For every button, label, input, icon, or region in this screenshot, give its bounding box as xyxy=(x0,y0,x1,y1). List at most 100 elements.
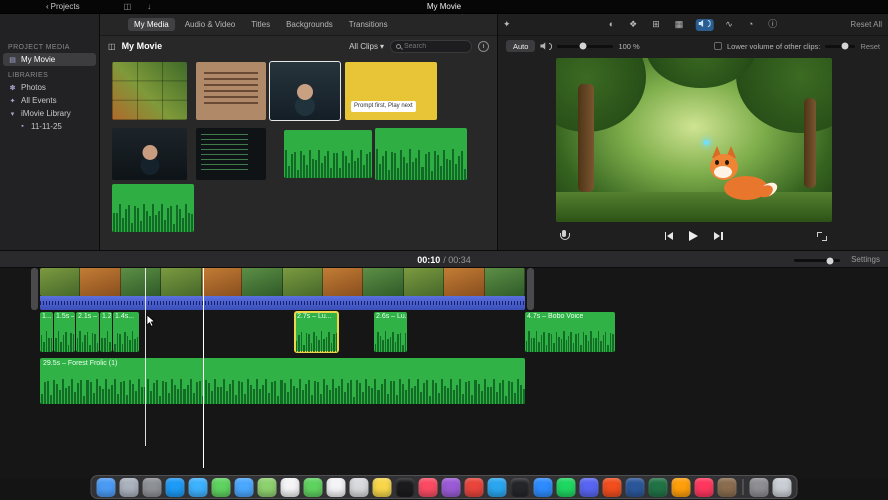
speed-icon[interactable]: ◔ xyxy=(745,19,756,30)
dock-app[interactable] xyxy=(96,477,116,497)
filmstrip-frame[interactable] xyxy=(322,268,364,296)
volume-slider[interactable] xyxy=(557,42,614,50)
dock-app[interactable] xyxy=(602,477,622,497)
dock-app[interactable] xyxy=(257,477,277,497)
dock-app[interactable] xyxy=(510,477,530,497)
dock-app[interactable] xyxy=(487,477,507,497)
info-icon[interactable]: ⓘ xyxy=(765,19,780,30)
window-layout-icon[interactable]: ◫ xyxy=(124,2,132,11)
dock-app[interactable] xyxy=(349,477,369,497)
clip-presenter-2[interactable] xyxy=(112,128,187,180)
video-clip-filmstrip[interactable] xyxy=(40,268,525,296)
dock-app[interactable] xyxy=(372,477,392,497)
audio-clip[interactable]: 1... xyxy=(40,312,53,352)
search-field[interactable] xyxy=(390,39,472,53)
audio-clip[interactable]: 2.7s – Lu... xyxy=(294,311,339,353)
dock-app[interactable] xyxy=(234,477,254,497)
timeline-zoom-slider[interactable] xyxy=(794,257,840,264)
microphone-icon[interactable] xyxy=(560,230,570,242)
clip-audio-2[interactable] xyxy=(375,128,467,180)
enhance-icon[interactable]: ✦ xyxy=(503,19,511,30)
dock-app[interactable] xyxy=(326,477,346,497)
filmstrip-frame[interactable] xyxy=(363,268,404,296)
auto-volume-button[interactable]: Auto xyxy=(506,40,536,52)
dock-app[interactable] xyxy=(694,477,714,497)
sidebar-item-11-11-25[interactable]: ▪ 11-11-25 xyxy=(0,120,99,133)
clip-duration-icon[interactable] xyxy=(478,40,489,52)
dock-app[interactable] xyxy=(749,477,769,497)
filmstrip-frame[interactable] xyxy=(282,268,323,296)
tab-backgrounds[interactable]: Backgrounds xyxy=(280,18,339,31)
tab-audio-video[interactable]: Audio & Video xyxy=(179,18,242,31)
filmstrip-frame[interactable] xyxy=(403,268,445,296)
tab-my-media[interactable]: My Media xyxy=(128,18,175,31)
dock-app[interactable] xyxy=(165,477,185,497)
dock-app[interactable] xyxy=(717,477,737,497)
dock-app[interactable] xyxy=(464,477,484,497)
back-to-projects-button[interactable]: ‹ Projects xyxy=(46,2,80,11)
dock-app[interactable] xyxy=(303,477,323,497)
audio-clip[interactable]: 2.6s – Lu... xyxy=(374,312,407,352)
previous-button[interactable] xyxy=(664,232,673,240)
audio-clip[interactable]: 1.2... xyxy=(100,312,112,352)
dock-app[interactable] xyxy=(671,477,691,497)
dock-app[interactable] xyxy=(441,477,461,497)
tab-transitions[interactable]: Transitions xyxy=(343,18,394,31)
clip-prompt-card[interactable]: Prompt first, Play next xyxy=(345,62,437,120)
dock-app[interactable] xyxy=(188,477,208,497)
filmstrip-frame[interactable] xyxy=(40,268,81,296)
audio-clip[interactable]: 1.5s –... xyxy=(54,312,75,352)
lower-volume-checkbox[interactable] xyxy=(714,42,723,50)
reset-button[interactable]: Reset xyxy=(860,42,880,51)
sidebar-item-imovie-library[interactable]: ▾ iMovie Library xyxy=(0,107,99,120)
import-media-icon[interactable]: ↓ xyxy=(147,2,151,11)
filmstrip-frame[interactable] xyxy=(242,268,283,296)
timeline-settings-button[interactable]: Settings xyxy=(851,255,880,264)
dock-app[interactable] xyxy=(418,477,438,497)
dock-app[interactable] xyxy=(142,477,162,497)
dock-app[interactable] xyxy=(772,477,792,497)
dock-app[interactable] xyxy=(556,477,576,497)
dock-app[interactable] xyxy=(395,477,415,497)
play-button[interactable] xyxy=(689,231,698,241)
music-clip[interactable]: 29.5s – Forest Frolic (1) xyxy=(40,358,525,404)
dock-app[interactable] xyxy=(579,477,599,497)
sidebar-item-my-movie[interactable]: ▤ My Movie xyxy=(3,53,96,66)
noise-reduction-icon[interactable]: ∿ xyxy=(722,19,736,30)
filmstrip-frame[interactable] xyxy=(201,268,243,296)
clip-audio-3[interactable] xyxy=(112,184,194,232)
filmstrip-frame[interactable] xyxy=(80,268,121,296)
dock-app[interactable] xyxy=(648,477,668,497)
audio-clip[interactable]: 1.4s... xyxy=(113,312,139,352)
lower-volume-slider[interactable] xyxy=(825,42,856,50)
clip-audio-1[interactable] xyxy=(284,130,372,178)
filmstrip-frame[interactable] xyxy=(484,268,525,296)
dock-app[interactable] xyxy=(533,477,553,497)
playhead[interactable] xyxy=(203,268,204,468)
clip-fox-collage[interactable] xyxy=(112,62,187,120)
video-audio-track[interactable] xyxy=(40,296,525,310)
sidebar-item-all-events[interactable]: ✦ All Events xyxy=(0,94,99,107)
dock-app[interactable] xyxy=(625,477,645,497)
trim-handle-left[interactable] xyxy=(31,268,38,310)
volume-icon[interactable] xyxy=(695,18,714,31)
audio-clip[interactable]: 4.7s – Bobo Voice xyxy=(525,312,615,352)
crop-icon[interactable]: ⊞ xyxy=(649,19,663,30)
clip-presenter[interactable] xyxy=(269,61,341,121)
dock-app[interactable] xyxy=(119,477,139,497)
color-balance-icon[interactable]: ❖ xyxy=(626,19,640,30)
clip-terminal[interactable] xyxy=(196,128,266,180)
fullscreen-icon[interactable] xyxy=(817,231,827,241)
clip-notes[interactable] xyxy=(196,62,266,120)
all-clips-dropdown[interactable]: All Clips ▾ xyxy=(349,42,384,51)
filmstrip-frame[interactable] xyxy=(444,268,485,296)
clip-appearance-icon[interactable]: ◫ xyxy=(108,42,116,51)
color-correction-icon[interactable]: ◐ xyxy=(606,19,617,30)
dock-app[interactable] xyxy=(211,477,231,497)
filmstrip-frame[interactable] xyxy=(161,268,202,296)
filmstrip-frame[interactable] xyxy=(120,268,162,296)
sidebar-item-photos[interactable]: ✽ Photos xyxy=(0,81,99,94)
trim-handle-right[interactable] xyxy=(527,268,534,310)
next-button[interactable] xyxy=(714,232,723,240)
reset-all-button[interactable]: Reset All xyxy=(850,20,882,29)
